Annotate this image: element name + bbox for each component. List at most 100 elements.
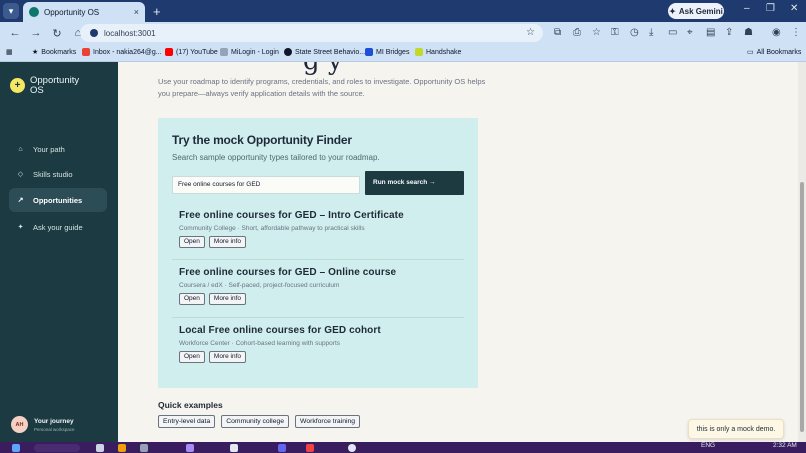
sidebar-item-your-path[interactable]: ⌂ Your path [9,137,107,161]
bookmark-label: (17) YouTube [176,48,218,56]
taskbar-app-icon[interactable] [230,444,238,452]
tab-groups-icon[interactable]: ▭ [668,27,677,38]
more-info-button[interactable]: More info [208,236,247,248]
ask-gemini-label: Ask Gemini [678,6,723,16]
card-icon[interactable]: ▤ [706,27,715,38]
open-button[interactable]: Open [179,351,205,363]
open-button[interactable]: Open [179,236,205,248]
language-indicator[interactable]: ENG [701,442,715,449]
bookmark-label: MI Bridges [376,48,410,56]
site-info-icon[interactable] [90,29,98,37]
bookmark-item[interactable]: MiLogin - Login [220,48,279,56]
bookmarks-bar: ▦ ★ Bookmarks Inbox - nakia264@g... (17)… [0,44,806,62]
bookmark-label: MiLogin - Login [231,48,279,56]
bookmark-label: Inbox - nakia264@g... [93,48,162,56]
journey-subtitle: Personal workspace [34,426,75,432]
journey-title: Your journey [34,417,74,425]
taskbar-app-icon[interactable] [186,444,194,452]
bookmark-item[interactable]: State Street Behavio... [284,48,365,56]
more-info-button[interactable]: More info [208,293,247,305]
taskbar-app-icon[interactable] [348,444,356,452]
brand-plus-icon: + [10,78,25,93]
all-bookmarks-label: All Bookmarks [756,48,802,56]
task-view-icon[interactable] [96,444,104,452]
tab-close-icon[interactable]: × [134,7,139,17]
print-icon[interactable]: ⎙ [573,27,581,38]
opportunity-finder-panel: Try the mock Opportunity Finder Search s… [158,118,478,388]
apps-grid-icon[interactable]: ▦ [6,48,13,56]
browser-tab[interactable]: Opportunity OS × [23,2,145,22]
sparkle-icon: ✦ [17,224,24,231]
journey-text: Your journey Personal workspace [34,418,75,432]
location-icon[interactable]: ⌖ [687,27,693,38]
page-heading-cut-off: g y [303,62,343,76]
taskbar-app-icon[interactable] [140,444,148,452]
quick-example-chip[interactable]: Workforce training [295,415,361,428]
tab-search-icon[interactable]: ▾ [3,3,19,19]
menu-icon[interactable]: ⋮ [791,27,801,38]
file-explorer-icon[interactable] [118,444,126,452]
search-input[interactable]: Free online courses for GED [172,176,360,194]
main-content: g y Use your roadmap to identify program… [118,62,798,442]
folder-icon: ▭ [747,49,754,56]
bookmark-label: Handshake [426,48,462,56]
result-divider [172,317,464,318]
quick-example-chip[interactable]: Community college [221,415,290,428]
journey-card[interactable]: AH Your journey Personal workspace [11,416,75,433]
sidebar-item-label: Your path [33,144,65,154]
bookmark-item[interactable]: Handshake [415,48,461,56]
address-bar[interactable]: localhost:3001 ☆ [80,24,543,42]
translate-icon[interactable]: ⧉ [554,27,561,38]
bookmark-add-icon[interactable]: ☆ [592,27,601,38]
gmail-icon [82,48,90,56]
windows-start-icon[interactable] [12,444,20,452]
sidebar-item-ask-your-guide[interactable]: ✦ Ask your guide [9,215,107,239]
quick-example-chip[interactable]: Entry-level data [158,415,216,428]
tab-title: Opportunity OS [44,7,100,17]
result-title: Local Free online courses for GED cohort [179,325,381,336]
incognito-icon[interactable]: ☗ [744,27,753,38]
intro-text: Use your roadmap to identify programs, c… [158,77,486,98]
chrome-icon[interactable] [306,444,314,452]
result-item: Local Free online courses for GED cohort… [179,325,469,363]
sidebar-item-opportunities[interactable]: ↗ Opportunities [9,188,107,212]
sidebar-item-label: Ask your guide [33,222,83,232]
share-icon[interactable]: ⇪ [725,27,733,38]
forward-arrow-icon[interactable]: → [30,27,42,39]
brand-name: Opportunity OS [30,75,80,96]
clock[interactable]: 2:32 AM [773,442,797,449]
bookmark-item[interactable]: ★ Bookmarks [32,48,76,57]
handshake-icon [415,48,423,56]
star-icon: ★ [32,49,39,56]
sidebar-item-skills-studio[interactable]: ◇ Skills studio [9,162,107,186]
new-tab-button[interactable]: + [153,4,161,19]
all-bookmarks-item[interactable]: ▭ All Bookmarks [747,48,802,57]
more-info-button[interactable]: More info [208,351,247,363]
quick-examples-chips: Entry-level data Community college Workf… [158,415,361,428]
bookmark-star-icon[interactable]: ☆ [526,27,535,38]
taskbar-app-icon[interactable] [278,444,286,452]
bookmark-item[interactable]: (17) YouTube [165,48,218,56]
result-divider [172,259,464,260]
scrollbar-thumb[interactable] [800,182,804,432]
bookmark-item[interactable]: MI Bridges [365,48,409,56]
bookmark-item[interactable]: Inbox - nakia264@g... [82,48,162,56]
ask-gemini-button[interactable]: ✦ Ask Gemini [668,3,724,19]
close-window-button[interactable]: ✕ [790,3,798,14]
open-button[interactable]: Open [179,293,205,305]
restore-button[interactable]: ❐ [766,3,775,14]
history-icon[interactable]: ◷ [630,27,639,38]
brand-logo[interactable]: + Opportunity OS [10,76,90,95]
profile-avatar-icon[interactable]: ◉ [772,27,781,38]
app-sidebar: + Opportunity OS ⌂ Your path ◇ Skills st… [0,62,118,442]
taskbar-search-icon[interactable] [34,444,80,452]
run-mock-search-button[interactable]: Run mock search → [365,171,464,195]
minimize-button[interactable]: – [744,3,750,14]
result-meta: Community College · Short, affordable pa… [179,225,365,232]
download-icon[interactable]: ⤓ [649,27,653,38]
youtube-icon [165,48,173,56]
os-taskbar: ENG 2:32 AM [0,442,806,453]
reload-icon[interactable]: ↻ [51,27,63,40]
back-arrow-icon[interactable]: ← [9,27,21,39]
password-key-icon[interactable]: ⚿ [611,27,619,38]
